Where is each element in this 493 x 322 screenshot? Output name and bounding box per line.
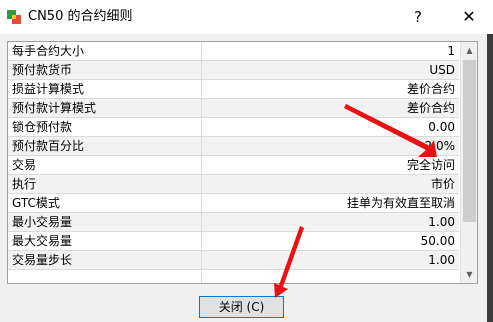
column-divider xyxy=(201,80,202,98)
property-value: 1 xyxy=(447,44,455,58)
property-row[interactable]: 预付款计算模式 差价合约 xyxy=(8,99,459,118)
properties-rows: 每手合约大小 1 预付款货币 USD 损益计算模式 差价合约 预付款计算模式 差… xyxy=(8,42,459,283)
property-row[interactable]: GTC模式 挂单为有效直至取消 xyxy=(8,194,459,213)
property-row[interactable]: 每手合约大小 1 xyxy=(8,42,459,61)
property-label: 每手合约大小 xyxy=(12,44,85,58)
property-value: 完全访问 xyxy=(406,158,455,172)
property-value: 1.00 xyxy=(428,253,455,267)
column-divider xyxy=(201,137,202,155)
window-title: CN50 的合约细则 xyxy=(28,9,133,24)
property-label: 最大交易量 xyxy=(12,234,73,248)
property-value: 挂单为有效直至取消 xyxy=(346,196,455,210)
property-label: 交易量步长 xyxy=(12,253,73,267)
column-divider xyxy=(201,251,202,269)
property-value: 50.00 xyxy=(420,234,455,248)
column-divider xyxy=(201,213,202,231)
window-close-button[interactable]: ✕ xyxy=(454,2,484,32)
property-row[interactable]: 损益计算模式 差价合约 xyxy=(8,80,459,99)
help-button[interactable]: ? xyxy=(404,2,432,32)
title-bar: CN50 的合约细则 ? ✕ xyxy=(0,0,493,34)
property-label: 最小交易量 xyxy=(12,215,73,229)
property-value: 1.00 xyxy=(428,215,455,229)
property-label: GTC模式 xyxy=(12,196,60,210)
property-value: 2.0% xyxy=(424,139,456,153)
column-divider xyxy=(201,232,202,250)
properties-grid[interactable]: 每手合约大小 1 预付款货币 USD 损益计算模式 差价合约 预付款计算模式 差… xyxy=(7,41,478,284)
column-divider xyxy=(201,99,202,117)
property-row[interactable]: 最小交易量 1.00 xyxy=(8,213,459,232)
property-value: 差价合约 xyxy=(406,82,455,96)
column-divider xyxy=(201,42,202,60)
property-value: 市价 xyxy=(430,177,455,191)
column-divider xyxy=(201,118,202,136)
column-divider xyxy=(201,61,202,79)
property-label: 交易 xyxy=(12,158,37,172)
property-label: 锁仓预付款 xyxy=(12,120,73,134)
close-dialog-button[interactable]: 关闭 (C) xyxy=(199,296,284,318)
scrollbar-thumb[interactable] xyxy=(463,60,476,222)
property-row[interactable]: 交易 完全访问 xyxy=(8,156,459,175)
property-value: USD xyxy=(429,63,455,77)
property-row[interactable]: 预付款百分比 2.0% xyxy=(8,137,459,156)
app-window-icon xyxy=(7,10,21,24)
column-divider xyxy=(201,194,202,212)
column-divider xyxy=(201,270,202,283)
property-value: 差价合约 xyxy=(406,101,455,115)
property-row[interactable]: 锁仓预付款 0.00 xyxy=(8,118,459,137)
property-label: 执行 xyxy=(12,177,37,191)
property-row[interactable]: 最大交易量 50.00 xyxy=(8,232,459,251)
property-row[interactable]: 预付款货币 USD xyxy=(8,61,459,80)
column-divider xyxy=(201,156,202,174)
column-divider xyxy=(201,175,202,193)
background-window-edge xyxy=(487,34,493,322)
property-row[interactable]: 交易量步长 1.00 xyxy=(8,251,459,270)
property-label: 预付款货币 xyxy=(12,63,73,77)
vertical-scrollbar[interactable]: ▲ ▼ xyxy=(460,42,477,283)
property-value: 0.00 xyxy=(428,120,455,134)
property-row[interactable]: 执行 市价 xyxy=(8,175,459,194)
scroll-up-arrow-icon[interactable]: ▲ xyxy=(461,42,477,59)
property-label: 损益计算模式 xyxy=(12,82,85,96)
property-row[interactable] xyxy=(8,270,459,283)
scroll-down-arrow-icon[interactable]: ▼ xyxy=(461,266,477,283)
property-label: 预付款百分比 xyxy=(12,139,85,153)
property-label: 预付款计算模式 xyxy=(12,101,97,115)
